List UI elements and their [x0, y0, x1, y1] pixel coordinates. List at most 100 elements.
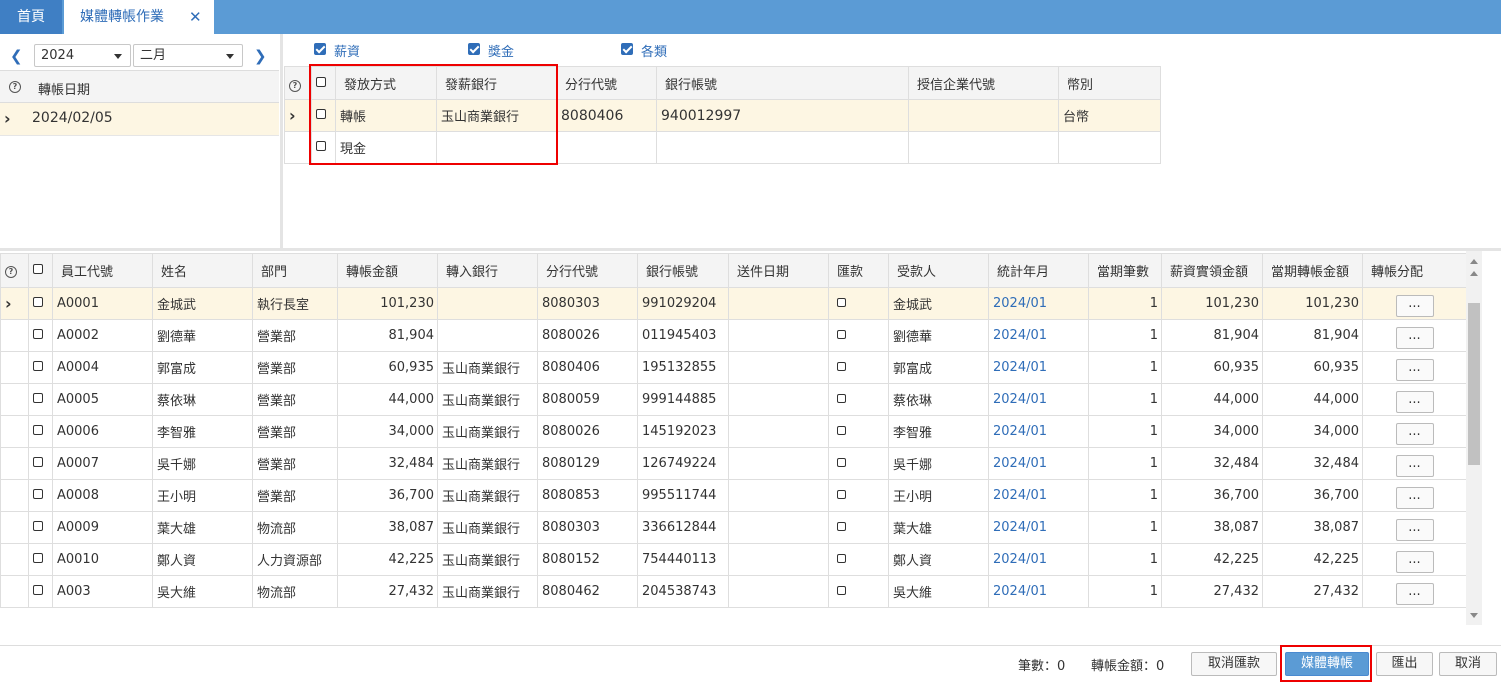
allocation-button[interactable]: ... — [1395, 550, 1434, 573]
allocation-button[interactable]: ... — [1395, 390, 1434, 413]
year-select-value: 2024 — [41, 48, 75, 63]
remit-checkbox[interactable] — [837, 554, 846, 563]
remit-checkbox[interactable] — [837, 490, 846, 499]
media-transfer-button[interactable]: 媒體轉帳 — [1285, 652, 1369, 676]
help-icon[interactable]: ? — [289, 79, 301, 92]
table-row[interactable]: A0002 劉德華 營業部 81,904 8080026 011945403 劉德華 2024… — [0, 319, 1467, 352]
table-row[interactable]: A0004 郭富成 營業部 60,935 玉山商業銀行 8080406 195132855 郭… — [0, 351, 1467, 384]
cell: A0005 — [52, 383, 153, 416]
cell: 8080303 — [537, 287, 638, 320]
stat-month-link[interactable]: 2024/01 — [988, 319, 1089, 352]
stat-month-link[interactable]: 2024/01 — [988, 543, 1089, 576]
table-row[interactable]: A0006 李智雅 營業部 34,000 玉山商業銀行 8080026 145192023 李… — [0, 415, 1467, 448]
allocation-button[interactable]: ... — [1395, 294, 1434, 317]
remit-checkbox[interactable] — [837, 426, 846, 435]
remit-checkbox[interactable] — [837, 522, 846, 531]
next-month-icon[interactable]: ❯ — [254, 47, 267, 65]
cancel-button[interactable]: 取消 — [1439, 652, 1497, 676]
stat-month-link[interactable]: 2024/01 — [988, 447, 1089, 480]
table-row[interactable]: A0007 吳千娜 營業部 32,484 玉山商業銀行 8080129 126749224 吳… — [0, 447, 1467, 480]
row-checkbox[interactable] — [33, 521, 43, 531]
cell: 940012997 — [656, 99, 909, 132]
select-all-checkbox[interactable] — [33, 264, 43, 274]
cell: 1 — [1088, 351, 1162, 384]
scroll-up-icon[interactable] — [1470, 259, 1478, 264]
remit-checkbox[interactable] — [837, 330, 846, 339]
column-header-transfer-date: 轉帳日期 — [38, 83, 91, 98]
stat-month-link[interactable]: 2024/01 — [988, 575, 1089, 608]
table-row[interactable]: › A0001 金城武 執行長室 101,230 8080303 991029204 金城武 2… — [0, 287, 1467, 320]
column-header: 分行代號 — [556, 66, 657, 100]
cell: 32,484 — [337, 447, 438, 480]
row-checkbox[interactable] — [316, 141, 326, 151]
row-checkbox[interactable] — [33, 425, 43, 435]
month-select[interactable]: 二月 — [133, 44, 243, 67]
row-checkbox[interactable] — [316, 109, 326, 119]
table-row[interactable]: A0009 葉大雄 物流部 38,087 玉山商業銀行 8080303 336612844 葉… — [0, 511, 1467, 544]
select-all-checkbox[interactable] — [316, 76, 326, 87]
prev-month-icon[interactable]: ❮ — [10, 47, 23, 65]
table-row[interactable]: A0008 王小明 營業部 36,700 玉山商業銀行 8080853 995511744 王… — [0, 479, 1467, 512]
row-checkbox[interactable] — [33, 457, 43, 467]
allocation-button[interactable]: ... — [1395, 326, 1434, 349]
row-checkbox[interactable] — [33, 361, 43, 371]
row-checkbox[interactable] — [33, 393, 43, 403]
stat-month-link[interactable]: 2024/01 — [988, 479, 1089, 512]
row-checkbox[interactable] — [33, 553, 43, 563]
cell — [437, 287, 538, 320]
stat-month-link[interactable]: 2024/01 — [988, 351, 1089, 384]
allocation-cell: ... — [1362, 447, 1467, 480]
allocation-button[interactable]: ... — [1395, 582, 1434, 605]
row-checkbox[interactable] — [33, 329, 43, 339]
help-icon[interactable]: ? — [5, 266, 17, 278]
stat-month-link[interactable]: 2024/01 — [988, 383, 1089, 416]
cell — [728, 415, 829, 448]
stat-month-link[interactable]: 2024/01 — [988, 511, 1089, 544]
row-checkbox[interactable] — [33, 489, 43, 499]
row-checkbox[interactable] — [33, 585, 43, 595]
date-row[interactable]: › 2024/02/05 — [0, 103, 279, 136]
stat-month-link[interactable]: 2024/01 — [988, 415, 1089, 448]
table-row[interactable]: A0005 蔡依琳 營業部 44,000 玉山商業銀行 8080059 999144885 蔡… — [0, 383, 1467, 416]
table-row[interactable]: 現金 — [284, 131, 1161, 164]
scroll-up-icon[interactable] — [1470, 271, 1478, 276]
row-indicator — [0, 319, 29, 352]
tab-home[interactable]: 首頁 — [0, 0, 62, 34]
vertical-scrollbar[interactable] — [1466, 251, 1482, 625]
misc-checkbox[interactable] — [621, 43, 633, 55]
remit-checkbox[interactable] — [837, 458, 846, 467]
row-checkbox[interactable] — [33, 297, 43, 307]
close-icon[interactable]: ✕ — [189, 9, 203, 25]
scroll-thumb[interactable] — [1468, 303, 1480, 465]
remit-checkbox[interactable] — [837, 362, 846, 371]
table-row[interactable]: A003 吳大維 物流部 27,432 玉山商業銀行 8080462 204538743 吳大… — [0, 575, 1467, 608]
remit-checkbox[interactable] — [837, 298, 846, 307]
remit-checkbox[interactable] — [837, 394, 846, 403]
help-icon[interactable]: ? — [9, 81, 21, 93]
row-indicator — [0, 543, 29, 576]
horizontal-splitter[interactable] — [0, 248, 1501, 251]
cell: 44,000 — [1262, 383, 1363, 416]
remit-checkbox[interactable] — [837, 586, 846, 595]
year-select[interactable]: 2024 — [34, 44, 131, 67]
allocation-button[interactable]: ... — [1395, 518, 1434, 541]
cancel-remit-button[interactable]: 取消匯款 — [1191, 652, 1277, 676]
table-row[interactable]: › 轉帳 玉山商業銀行 8080406 940012997 台幣 — [284, 99, 1161, 132]
scroll-down-icon[interactable] — [1470, 613, 1478, 618]
chevron-down-icon — [114, 54, 122, 59]
cell: 王小明 — [888, 479, 989, 512]
stat-month-link[interactable]: 2024/01 — [988, 287, 1089, 320]
vertical-splitter[interactable] — [280, 34, 283, 248]
export-button[interactable]: 匯出 — [1376, 652, 1433, 676]
column-header: 轉入銀行 — [437, 253, 538, 288]
table-row[interactable]: A0010 鄭人資 人力資源部 42,225 玉山商業銀行 8080152 75444011… — [0, 543, 1467, 576]
allocation-button[interactable]: ... — [1395, 454, 1434, 477]
cell: 玉山商業銀行 — [437, 383, 538, 416]
allocation-button[interactable]: ... — [1395, 358, 1434, 381]
allocation-button[interactable]: ... — [1395, 422, 1434, 445]
cell: 42,225 — [337, 543, 438, 576]
bonus-checkbox[interactable] — [468, 43, 480, 55]
allocation-button[interactable]: ... — [1395, 486, 1434, 509]
column-header: 授信企業代號 — [908, 66, 1059, 100]
salary-checkbox[interactable] — [314, 43, 326, 55]
